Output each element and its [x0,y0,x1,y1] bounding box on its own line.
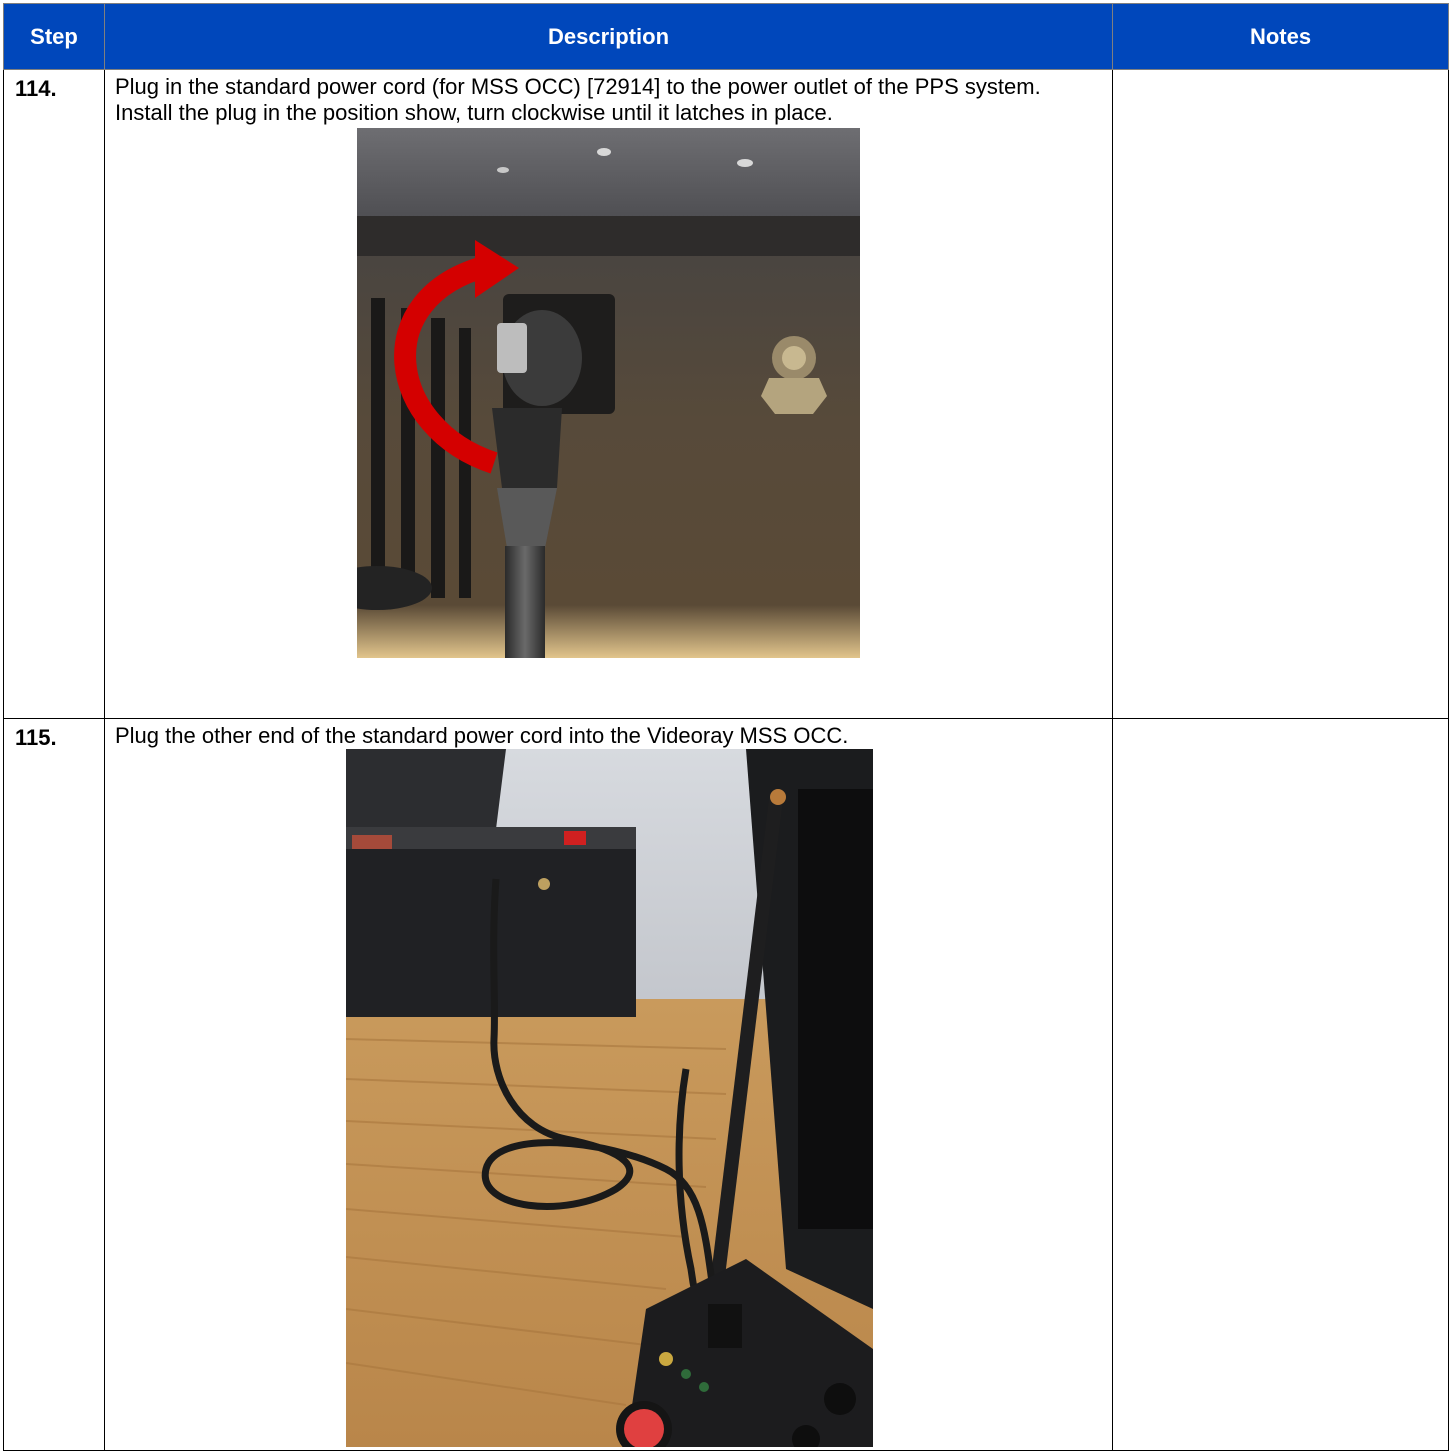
notes-cell [1112,718,1449,1451]
table-header-row: Step Description Notes [3,3,1449,70]
header-step: Step [3,3,105,70]
power-outlet-photo [357,128,860,658]
procedure-table: Step Description Notes 114. Plug in the … [3,3,1449,1451]
table-row: 115. Plug the other end of the standard … [3,718,1449,1451]
step-description-cell: Plug the other end of the standard power… [104,718,1113,1451]
header-description: Description [104,3,1113,70]
occ-connection-photo [346,749,873,1447]
notes-cell [1112,69,1449,719]
step-number: 114. [3,69,105,719]
header-notes: Notes [1112,3,1449,70]
table-row: 114. Plug in the standard power cord (fo… [3,69,1449,719]
step-description-cell: Plug in the standard power cord (for MSS… [104,69,1113,719]
step-description: Plug in the standard power cord (for MSS… [115,74,1041,125]
step-number: 115. [3,718,105,1451]
step-description: Plug the other end of the standard power… [115,723,849,748]
